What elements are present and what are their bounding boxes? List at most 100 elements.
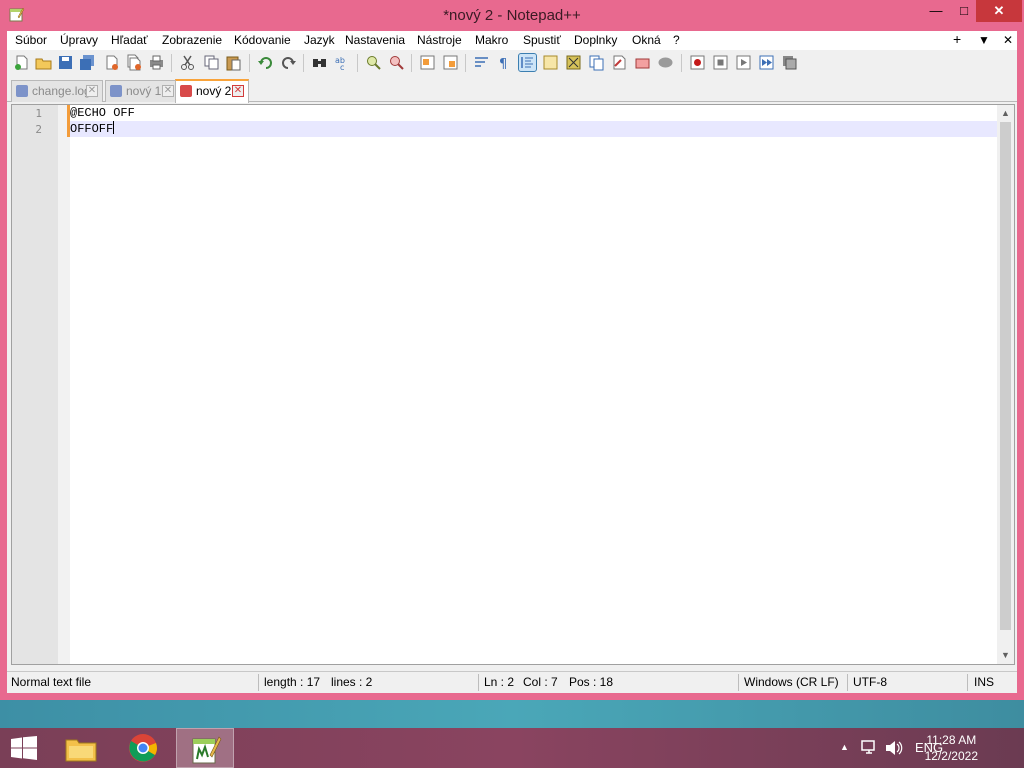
menu-makro[interactable]: Makro — [475, 33, 508, 47]
tab-list-dropdown-button[interactable]: ▼ — [978, 33, 990, 47]
taskbar-file-explorer[interactable] — [52, 728, 110, 768]
status-separator — [847, 674, 848, 691]
notepadpp-window: *nový 2 - Notepad++ — □ ✕ Súbor Úpravy H… — [0, 0, 1024, 700]
scrollbar-thumb[interactable] — [1000, 122, 1011, 630]
save-all-icon[interactable] — [79, 54, 96, 71]
function-list-icon[interactable] — [588, 54, 605, 71]
toolbar-separator — [465, 54, 466, 72]
close-window-button[interactable]: ✕ — [976, 0, 1022, 22]
speech-bubble-icon[interactable] — [657, 54, 674, 71]
tab-label: nový 2 — [196, 84, 232, 98]
taskbar-notepadpp[interactable] — [176, 728, 234, 768]
status-encoding[interactable]: UTF-8 — [853, 675, 887, 689]
new-file-icon[interactable] — [13, 54, 30, 71]
menu-hladat[interactable]: Hľadať — [111, 33, 148, 47]
clock-time: 11:28 AM — [926, 733, 977, 747]
tab-close-icon[interactable]: ✕ — [86, 85, 98, 97]
close-file-icon[interactable] — [103, 54, 120, 71]
record-macro-icon[interactable] — [689, 54, 706, 71]
status-column: Col : 7 — [523, 675, 558, 689]
user-defined-language-icon[interactable] — [542, 54, 559, 71]
code-line-current[interactable]: OFFOFF — [70, 121, 999, 137]
toolbar-separator — [411, 54, 412, 72]
menu-nastavenia[interactable]: Nastavenia — [345, 33, 405, 47]
paste-icon[interactable] — [225, 54, 242, 71]
desktop-background — [0, 700, 1024, 728]
sync-horizontal-icon[interactable] — [442, 54, 459, 71]
file-explorer-icon — [65, 739, 97, 762]
menu-upravy[interactable]: Úpravy — [60, 33, 98, 47]
svg-text:c: c — [340, 63, 344, 71]
zoom-in-icon[interactable] — [365, 54, 382, 71]
save-macro-icon[interactable] — [781, 54, 798, 71]
show-hidden-icons-icon[interactable]: ▲ — [840, 742, 849, 752]
undo-icon[interactable] — [257, 54, 274, 71]
stop-macro-icon[interactable] — [712, 54, 729, 71]
status-insert-mode[interactable]: INS — [974, 675, 994, 689]
document-map-icon[interactable] — [565, 54, 582, 71]
line-number: 2 — [35, 123, 42, 136]
menu-bar: Súbor Úpravy Hľadať Zobrazenie Kódovanie… — [7, 31, 1017, 50]
code-line-text: OFFOFF — [70, 122, 114, 136]
menu-kodovanie[interactable]: Kódovanie — [234, 33, 291, 47]
tab-close-icon[interactable]: ✕ — [162, 85, 174, 97]
toolbar-separator — [249, 54, 250, 72]
volume-icon[interactable] — [885, 740, 903, 756]
editor-area[interactable]: 1 2 @ECHO OFF OFFOFF ▲ ▼ — [11, 104, 1015, 665]
code-line[interactable]: @ECHO OFF — [70, 105, 999, 121]
status-separator — [738, 674, 739, 691]
monitoring-icon[interactable] — [634, 54, 651, 71]
sync-vertical-icon[interactable] — [419, 54, 436, 71]
toolbar: ab c ¶ — [7, 50, 1017, 76]
zoom-out-icon[interactable] — [388, 54, 405, 71]
code-line-text: @ECHO OFF — [70, 106, 135, 120]
folder-as-workspace-icon[interactable] — [611, 54, 628, 71]
cut-icon[interactable] — [179, 54, 196, 71]
scroll-down-icon[interactable]: ▼ — [997, 647, 1014, 664]
copy-icon[interactable] — [203, 54, 220, 71]
menu-doplnky[interactable]: Doplnky — [574, 33, 617, 47]
fold-margin[interactable] — [58, 105, 70, 664]
window-title: *nový 2 - Notepad++ — [443, 7, 581, 24]
status-separator — [967, 674, 968, 691]
status-eol-format[interactable]: Windows (CR LF) — [744, 675, 839, 689]
scroll-up-icon[interactable]: ▲ — [997, 105, 1014, 122]
menu-subor[interactable]: Súbor — [15, 33, 47, 47]
tab-novy-1[interactable]: nový 1 ✕ — [105, 80, 179, 102]
saved-file-icon — [16, 85, 28, 97]
redo-icon[interactable] — [280, 54, 297, 71]
find-icon[interactable] — [311, 54, 328, 71]
menu-zobrazenie[interactable]: Zobrazenie — [162, 33, 222, 47]
menu-okna[interactable]: Okná — [632, 33, 661, 47]
show-all-chars-icon[interactable]: ¶ — [496, 54, 513, 71]
windows-start-icon[interactable] — [10, 736, 38, 760]
text-caret — [113, 121, 115, 134]
open-file-icon[interactable] — [35, 54, 52, 71]
taskbar-chrome[interactable] — [114, 728, 172, 768]
menu-jazyk[interactable]: Jazyk — [304, 33, 335, 47]
menu-help[interactable]: ? — [673, 33, 680, 47]
vertical-scrollbar[interactable]: ▲ ▼ — [997, 105, 1014, 664]
word-wrap-icon[interactable] — [473, 54, 490, 71]
save-icon[interactable] — [57, 54, 74, 71]
toolbar-separator — [357, 54, 358, 72]
replace-icon[interactable]: abc — [334, 54, 351, 71]
play-macro-icon[interactable] — [735, 54, 752, 71]
title-bar[interactable]: *nový 2 - Notepad++ — □ ✕ — [0, 0, 1024, 31]
run-macro-multiple-icon[interactable] — [758, 54, 775, 71]
menu-spustit[interactable]: Spustiť — [523, 33, 561, 47]
tab-close-icon[interactable]: ✕ — [232, 85, 244, 97]
toolbar-separator — [171, 54, 172, 72]
network-icon[interactable] — [861, 740, 879, 756]
tab-change-log[interactable]: change.log ✕ — [11, 80, 103, 102]
tab-novy-2[interactable]: nový 2 ✕ — [175, 79, 249, 103]
close-all-icon[interactable] — [125, 54, 142, 71]
menu-nastroje[interactable]: Nástroje — [417, 33, 462, 47]
print-icon[interactable] — [148, 54, 165, 71]
new-tab-plus-button[interactable]: + — [953, 31, 961, 47]
clock-date: 12/2/2022 — [924, 749, 978, 763]
indent-guide-icon[interactable] — [518, 53, 537, 72]
tab-label: nový 1 — [126, 84, 162, 98]
close-document-button[interactable]: ✕ — [1003, 33, 1013, 47]
system-clock[interactable]: 11:28 AM 12/2/2022 — [925, 732, 978, 764]
